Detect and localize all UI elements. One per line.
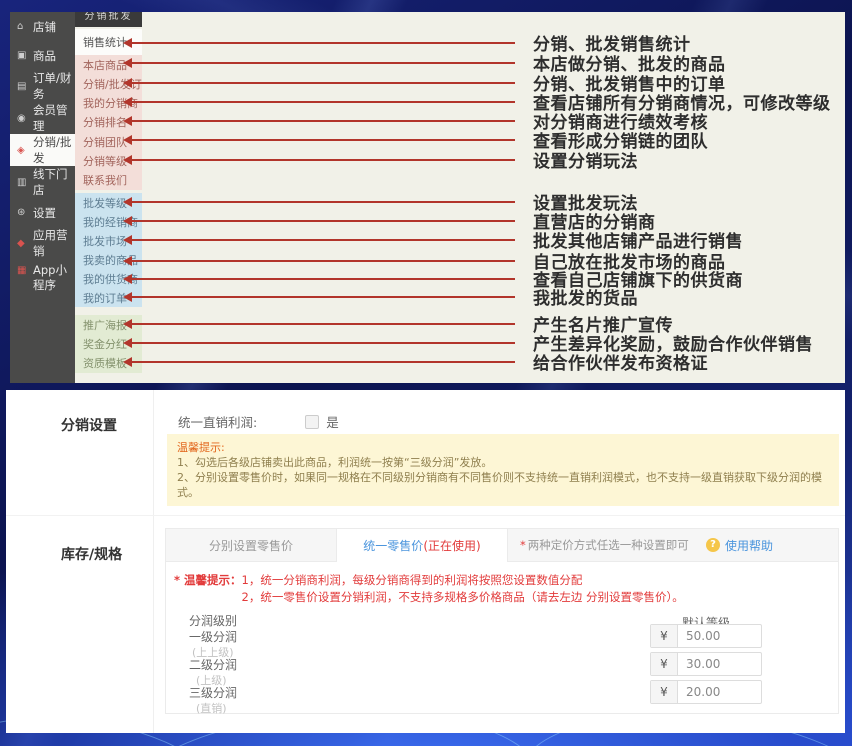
sidebar-item-members[interactable]: ◉ 会员管理 xyxy=(10,102,75,134)
sidebar-item-label: 订单/财务 xyxy=(33,70,75,102)
admin-annotation-panel: ⌂ 店铺 ▣ 商品 ▤ 订单/财务 ◉ 会员管理 ◈ 分销/批发 ▥ 线下门店 xyxy=(10,12,845,383)
annotation-arrow xyxy=(128,159,515,161)
profit-level-3-sublabel: (直销) xyxy=(196,700,227,716)
offline-store-icon: ▥ xyxy=(17,177,29,188)
warm-tip-line: 2、分别设置零售价时，如果同一规格在不同级别分销商有不同售价则不支持统一直销利润… xyxy=(177,470,829,500)
warm-tip-box: 温馨提示: 1、勾选后各级店铺卖出此商品，利润统一按第“三级分润”发放。 2、分… xyxy=(167,434,839,506)
annotation-arrow xyxy=(128,42,515,44)
profit-level-2-input-group: ¥ xyxy=(650,652,762,676)
annotation-text: 设置分销玩法 xyxy=(533,147,638,172)
annotation-arrow xyxy=(128,101,515,103)
distribution-icon: ◈ xyxy=(17,145,29,156)
sidebar-item-label: 分销/批发 xyxy=(33,134,75,166)
uniform-price-tab-content: * 温馨提示： 1，统一分销商利润，每级分销商得到的利润将按照您设置数值分配 2… xyxy=(166,562,838,714)
annotation-text: 给合作伙伴发布资格证 xyxy=(533,349,708,374)
pricing-tab-bar: 分别设置零售价 统一零售价(正在使用) * 两种定价方式任选一种设置即可 ? 使… xyxy=(166,529,838,562)
annotation-arrow xyxy=(128,260,515,262)
profit-level-2-amount-input[interactable] xyxy=(678,653,764,675)
sidebar-item-label: 商品 xyxy=(33,48,56,64)
annotation-arrow xyxy=(128,342,515,344)
tab-separate-retail-price[interactable]: 分别设置零售价 xyxy=(166,529,336,561)
annotation-arrow xyxy=(128,201,515,203)
red-tip-title: * 温馨提示： xyxy=(174,572,242,606)
product-settings-panel: 分销设置 统一直销利润: 是 温馨提示: 1、勾选后各级店铺卖出此商品，利润统一… xyxy=(6,390,845,733)
sidebar-item-offline-store[interactable]: ▥ 线下门店 xyxy=(10,166,75,198)
annotation-arrow xyxy=(128,361,515,363)
stock-spec-section: 库存/规格 分别设置零售价 统一零售价(正在使用) * 两种定价方式任选一种设置… xyxy=(6,516,845,733)
profit-level-3-amount-input[interactable] xyxy=(678,681,764,703)
annotation-arrow xyxy=(128,220,515,222)
tab-label: 统一零售价 xyxy=(363,537,423,554)
profit-level-1-label: 一级分润 xyxy=(189,628,237,645)
checkbox-yes-label: 是 xyxy=(326,412,339,431)
profit-level-1-input-group: ¥ xyxy=(650,624,762,648)
pricing-tabs-container: 分别设置零售价 统一零售价(正在使用) * 两种定价方式任选一种设置即可 ? 使… xyxy=(165,528,839,714)
profit-level-3-input-group: ¥ xyxy=(650,680,762,704)
red-tip-line: 1，统一分销商利润，每级分销商得到的利润将按照您设置数值分配 xyxy=(242,572,684,589)
sidebar-item-label: 会员管理 xyxy=(33,102,75,134)
section-title: 库存/规格 xyxy=(61,544,122,564)
goods-icon: ▣ xyxy=(17,50,29,61)
members-icon: ◉ xyxy=(17,113,29,124)
sidebar-item-label: 店铺 xyxy=(33,19,56,35)
sidebar-item-settings[interactable]: ⊛ 设置 xyxy=(10,198,75,227)
tab-status-in-use: (正在使用) xyxy=(423,537,480,554)
sidebar-item-label: 应用营销 xyxy=(33,227,75,259)
sidebar-item-label: 设置 xyxy=(33,205,56,221)
red-tip-box: * 温馨提示： 1，统一分销商利润，每级分销商得到的利润将按照您设置数值分配 2… xyxy=(174,572,684,606)
sidebar-item-orders-finance[interactable]: ▤ 订单/财务 xyxy=(10,70,75,102)
currency-prefix: ¥ xyxy=(651,653,678,675)
warm-tip-title: 温馨提示: xyxy=(177,440,829,455)
page-background: ⌂ 店铺 ▣ 商品 ▤ 订单/财务 ◉ 会员管理 ◈ 分销/批发 ▥ 线下门店 xyxy=(0,0,852,746)
sidebar-item-mini-program[interactable]: ▦ App小程序 xyxy=(10,259,75,293)
use-help-label: 使用帮助 xyxy=(725,537,773,554)
annotation-arrow xyxy=(128,120,515,122)
tab-uniform-retail-price[interactable]: 统一零售价(正在使用) xyxy=(336,529,508,562)
submenu-header: 分销批发 xyxy=(75,12,142,27)
submenu-group-wholesale: 批发等级 我的经销商 批发市场 我卖的商品 我的供货商 我的订单 xyxy=(75,193,142,307)
sidebar-item-shop[interactable]: ⌂ 店铺 xyxy=(10,12,75,41)
sidebar-item-distribution[interactable]: ◈ 分销/批发 xyxy=(10,134,75,166)
main-sidebar: ⌂ 店铺 ▣ 商品 ▤ 订单/财务 ◉ 会员管理 ◈ 分销/批发 ▥ 线下门店 xyxy=(10,12,75,383)
settings-icon: ⊛ xyxy=(17,207,29,218)
app-marketing-icon: ◆ xyxy=(17,238,29,249)
warm-tip-line: 1、勾选后各级店铺卖出此商品，利润统一按第“三级分润”发放。 xyxy=(177,455,829,470)
sidebar-item-goods[interactable]: ▣ 商品 xyxy=(10,41,75,70)
section-title: 分销设置 xyxy=(61,415,117,435)
profit-level-1-amount-input[interactable] xyxy=(678,625,764,647)
pricing-mode-note-text: 两种定价方式任选一种设置即可 xyxy=(528,537,689,553)
use-help-link[interactable]: ? 使用帮助 xyxy=(706,529,773,561)
sidebar-item-label: App小程序 xyxy=(33,263,75,293)
profit-level-3-label: 三级分润 xyxy=(189,684,237,701)
uniform-direct-profit-checkbox[interactable] xyxy=(305,415,319,429)
distribution-settings-section: 分销设置 统一直销利润: 是 温馨提示: 1、勾选后各级店铺卖出此商品，利润统一… xyxy=(6,390,845,516)
sidebar-item-app-marketing[interactable]: ◆ 应用营销 xyxy=(10,227,75,259)
annotation-arrow xyxy=(128,239,515,241)
sidebar-item-label: 线下门店 xyxy=(33,166,75,198)
red-tip-line: 2，统一零售价设置分销利润，不支持多规格多价格商品（请去左边 分别设置零售价）。 xyxy=(242,589,684,606)
uniform-direct-profit-row: 统一直销利润: 是 xyxy=(178,412,339,431)
mini-program-icon: ▦ xyxy=(17,263,29,278)
annotation-arrow xyxy=(128,278,515,280)
pricing-mode-note: * 两种定价方式任选一种设置即可 xyxy=(520,529,689,561)
uniform-direct-profit-label: 统一直销利润: xyxy=(178,412,257,431)
required-star: * xyxy=(520,538,526,552)
annotation-arrow xyxy=(128,82,515,84)
currency-prefix: ¥ xyxy=(651,681,678,703)
column-header-profit-level: 分润级别 xyxy=(189,612,237,629)
question-mark-icon: ? xyxy=(706,538,720,552)
annotation-arrow xyxy=(128,296,515,298)
annotation-text: 我批发的货品 xyxy=(533,284,638,309)
submenu-item-contact-us[interactable]: 联系我们 xyxy=(75,172,142,188)
annotation-arrow xyxy=(128,139,515,141)
orders-finance-icon: ▤ xyxy=(17,81,29,92)
currency-prefix: ¥ xyxy=(651,625,678,647)
profit-level-2-label: 二级分润 xyxy=(189,656,237,673)
shop-icon: ⌂ xyxy=(17,21,29,32)
red-tip-lines: 1，统一分销商利润，每级分销商得到的利润将按照您设置数值分配 2，统一零售价设置… xyxy=(242,572,684,606)
annotation-arrow xyxy=(128,62,515,64)
annotation-arrow xyxy=(128,323,515,325)
